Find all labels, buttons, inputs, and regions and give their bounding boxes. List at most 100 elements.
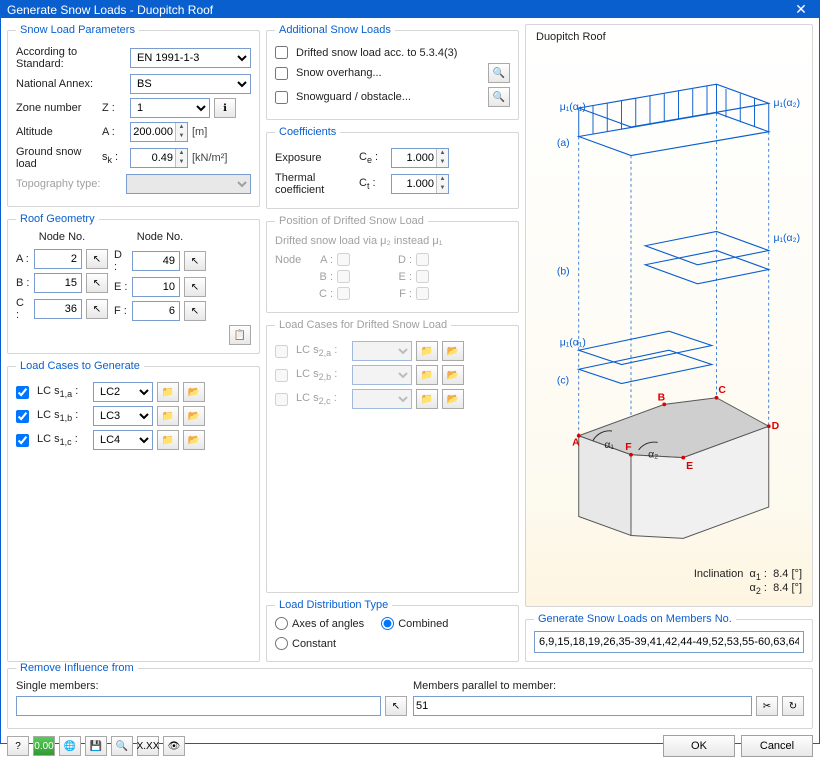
- symbol-zone: Z :: [102, 102, 126, 114]
- check-lc1c[interactable]: [16, 434, 29, 447]
- select-zone[interactable]: 1: [130, 98, 210, 118]
- svg-text:(c): (c): [557, 376, 569, 387]
- cancel-button[interactable]: Cancel: [741, 735, 813, 757]
- legend-dist: Load Distribution Type: [275, 599, 392, 611]
- check-snowguard[interactable]: [275, 91, 288, 104]
- group-gen-members: Generate Snow Loads on Members No.: [525, 613, 813, 662]
- legend-additional: Additional Snow Loads: [275, 24, 395, 36]
- new-lc2c-button: 📁: [416, 389, 438, 409]
- label-thermal: Thermal coefficient: [275, 172, 355, 196]
- check-overhang[interactable]: [275, 67, 288, 80]
- svg-text:C: C: [718, 385, 726, 396]
- drift-pos-subtitle: Drifted snow load via μ₂ instead μ₁: [275, 235, 510, 247]
- select-lc1a[interactable]: LC2: [93, 382, 153, 402]
- preview-button[interactable]: 🔍: [111, 736, 133, 756]
- input-node-b[interactable]: [34, 273, 82, 293]
- select-lc1c[interactable]: LC4: [93, 430, 153, 450]
- new-lc1b-button[interactable]: 📁: [157, 406, 179, 426]
- svg-text:μ₁(α₁): μ₁(α₁): [560, 102, 586, 113]
- open-lc1b-button[interactable]: 📂: [183, 406, 205, 426]
- refresh-parallel-button[interactable]: ↻: [782, 696, 804, 716]
- legend-geometry: Roof Geometry: [16, 213, 99, 225]
- input-altitude[interactable]: [130, 122, 188, 142]
- legend-remove: Remove Influence from: [16, 662, 138, 674]
- geom-label-c: C :: [16, 297, 30, 321]
- svg-text:F: F: [625, 442, 631, 453]
- input-node-d[interactable]: [132, 251, 180, 271]
- input-node-a[interactable]: [34, 249, 82, 269]
- radio-constant[interactable]: Constant: [275, 637, 336, 650]
- radio-axes[interactable]: Axes of angles: [275, 617, 364, 630]
- input-parallel-members[interactable]: [413, 696, 752, 716]
- svg-text:α₂: α₂: [648, 450, 658, 461]
- input-gen-members[interactable]: [534, 631, 804, 653]
- open-lc2b-button: 📂: [442, 365, 464, 385]
- input-node-f[interactable]: [132, 301, 180, 321]
- new-lc1a-button[interactable]: 📁: [157, 382, 179, 402]
- input-single-members[interactable]: [16, 696, 381, 716]
- geom-hdr-1: Node No.: [16, 231, 108, 243]
- check-lc2c: [275, 393, 288, 406]
- geom-list-button[interactable]: 📋: [229, 325, 251, 345]
- info-button[interactable]: ℹ: [214, 98, 236, 118]
- dialog-window: Generate Snow Loads - Duopitch Roof ✕ Sn…: [0, 0, 820, 744]
- precision-button[interactable]: X.XX: [137, 736, 159, 756]
- pick-c-button[interactable]: ↖: [86, 299, 108, 319]
- select-standard[interactable]: EN 1991-1-3: [130, 48, 251, 68]
- group-additional-loads: Additional Snow Loads Drifted snow load …: [266, 24, 519, 120]
- label-ground-snow: Ground snow load: [16, 146, 98, 170]
- group-drifted-lc: Load Cases for Drifted Snow Load LC s2,a…: [266, 319, 519, 593]
- svg-text:(b): (b): [557, 266, 570, 277]
- check-lc2a: [275, 345, 288, 358]
- input-ce[interactable]: [391, 148, 449, 168]
- snowguard-settings-button[interactable]: 🔍: [488, 87, 510, 107]
- input-node-c[interactable]: [34, 299, 82, 319]
- ok-button[interactable]: OK: [663, 735, 735, 757]
- geom-label-d: D :: [114, 249, 128, 273]
- help-button[interactable]: ?: [7, 736, 29, 756]
- pick-parallel-button[interactable]: ✂: [756, 696, 778, 716]
- legend-snow-params: Snow Load Parameters: [16, 24, 139, 36]
- title-text: Generate Snow Loads - Duopitch Roof: [7, 3, 213, 17]
- pick-single-button[interactable]: ↖: [385, 696, 407, 716]
- titlebar: Generate Snow Loads - Duopitch Roof ✕: [1, 1, 819, 18]
- pick-d-button[interactable]: ↖: [184, 251, 206, 271]
- select-annex[interactable]: BS: [130, 74, 251, 94]
- check-drift-f: [416, 287, 429, 300]
- save-settings-button[interactable]: 💾: [85, 736, 107, 756]
- input-sk[interactable]: [130, 148, 188, 168]
- check-lc1a[interactable]: [16, 386, 29, 399]
- units-button[interactable]: 0.00: [33, 736, 55, 756]
- label-lc1a: LC s1,a :: [37, 385, 89, 399]
- label-topography: Topography type:: [16, 178, 122, 190]
- open-lc1c-button[interactable]: 📂: [183, 430, 205, 450]
- symbol-altitude: A :: [102, 126, 126, 138]
- globe-button[interactable]: 🌐: [59, 736, 81, 756]
- check-lc1b[interactable]: [16, 410, 29, 423]
- label-parallel-members: Members parallel to member:: [413, 680, 804, 692]
- symbol-ce: Ce :: [359, 151, 387, 165]
- pick-b-button[interactable]: ↖: [86, 273, 108, 293]
- close-icon[interactable]: ✕: [789, 1, 813, 18]
- group-roof-geometry: Roof Geometry Node No. A :↖ B :↖ C :↖ No…: [7, 213, 260, 354]
- new-lc1c-button[interactable]: 📁: [157, 430, 179, 450]
- select-lc1b[interactable]: LC3: [93, 406, 153, 426]
- diagram-pane: Duopitch Roof μ₁(α₁) μ₁(α₂): [525, 24, 813, 607]
- group-remove-influence: Remove Influence from Single members: ↖ …: [7, 662, 813, 729]
- radio-combined[interactable]: Combined: [381, 617, 448, 630]
- input-ct[interactable]: [391, 174, 449, 194]
- label-lc1b: LC s1,b :: [37, 409, 89, 423]
- label-snowguard: Snowguard / obstacle...: [296, 91, 484, 103]
- geom-label-b: B :: [16, 277, 30, 289]
- pick-f-button[interactable]: ↖: [184, 301, 206, 321]
- open-lc1a-button[interactable]: 📂: [183, 382, 205, 402]
- input-node-e[interactable]: [132, 277, 180, 297]
- pick-a-button[interactable]: ↖: [86, 249, 108, 269]
- view-button[interactable]: 👁: [163, 736, 185, 756]
- pick-e-button[interactable]: ↖: [184, 277, 206, 297]
- svg-text:μ₁(α₂): μ₁(α₂): [774, 233, 801, 244]
- check-drifted[interactable]: [275, 46, 288, 59]
- svg-text:A: A: [572, 437, 580, 448]
- overhang-settings-button[interactable]: 🔍: [488, 63, 510, 83]
- new-lc2b-button: 📁: [416, 365, 438, 385]
